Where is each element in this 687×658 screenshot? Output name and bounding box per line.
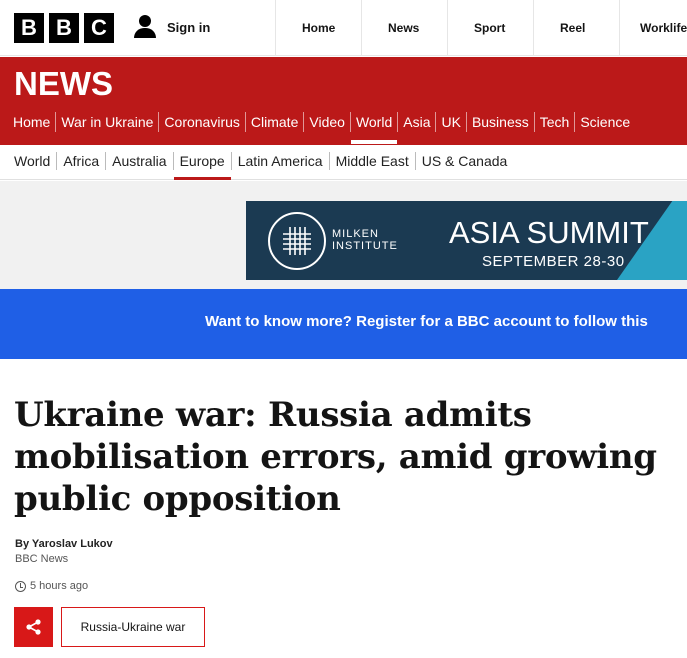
news-nav-business[interactable]: Business <box>467 112 535 132</box>
subnav-world[interactable]: World <box>8 152 58 170</box>
top-nav-reel[interactable]: Reel <box>533 0 619 56</box>
milken-logo-icon <box>268 212 326 270</box>
subnav-latin-america[interactable]: Latin America <box>232 152 330 170</box>
logo-letter-b1: B <box>14 13 44 43</box>
subnav-australia[interactable]: Australia <box>106 152 174 170</box>
news-nav-science[interactable]: Science <box>575 112 635 132</box>
news-nav-coronavirus[interactable]: Coronavirus <box>159 112 246 132</box>
news-nav-world[interactable]: World <box>350 112 399 144</box>
top-nav: Home News Sport Reel Worklife <box>275 0 687 56</box>
ad-dates: SEPTEMBER 28-30 <box>482 253 625 270</box>
news-nav-climate[interactable]: Climate <box>246 112 305 132</box>
advertisement-banner[interactable]: MILKEN INSTITUTE ASIA SUMMIT SEPTEMBER 2… <box>246 201 687 280</box>
user-icon <box>133 14 157 40</box>
ad-org-line2: INSTITUTE <box>332 240 398 252</box>
subnav-europe[interactable]: Europe <box>173 152 232 180</box>
clock-icon <box>15 580 26 592</box>
ad-title: ASIA SUMMIT <box>449 215 649 250</box>
ad-area: MILKEN INSTITUTE ASIA SUMMIT SEPTEMBER 2… <box>0 181 687 289</box>
sign-in-link[interactable]: Sign in <box>133 14 210 40</box>
top-nav-home[interactable]: Home <box>275 0 361 56</box>
top-nav-news-label: News <box>388 21 420 35</box>
share-button[interactable] <box>14 607 53 647</box>
news-nav: Home War in Ukraine Coronavirus Climate … <box>8 112 635 144</box>
top-bar: B B C Sign in Home News Sport Reel Workl… <box>0 0 687 56</box>
bbc-logo[interactable]: B B C <box>14 13 114 43</box>
share-icon <box>26 619 41 635</box>
top-nav-worklife-label: Worklife <box>640 21 687 35</box>
top-nav-home-label: Home <box>302 21 336 35</box>
sign-in-label: Sign in <box>167 19 211 35</box>
news-title[interactable]: NEWS <box>14 65 113 103</box>
logo-letter-c: C <box>84 13 114 43</box>
top-nav-worklife[interactable]: Worklife <box>619 0 687 56</box>
article-timestamp: 5 hours ago <box>15 580 88 592</box>
top-nav-news[interactable]: News <box>361 0 447 56</box>
timestamp-text: 5 hours ago <box>30 580 89 592</box>
news-nav-war-in-ukraine[interactable]: War in Ukraine <box>56 112 160 132</box>
news-nav-tech[interactable]: Tech <box>535 112 576 132</box>
news-nav-video[interactable]: Video <box>304 112 351 132</box>
topic-tag[interactable]: Russia-Ukraine war <box>61 607 205 647</box>
news-nav-asia[interactable]: Asia <box>398 112 437 132</box>
article-headline: Ukraine war: Russia admits mobilisation … <box>14 395 657 519</box>
news-nav-home[interactable]: Home <box>8 112 57 132</box>
logo-letter-b2: B <box>49 13 79 43</box>
top-nav-reel-label: Reel <box>560 21 586 35</box>
subnav-middle-east[interactable]: Middle East <box>330 152 416 170</box>
top-nav-sport-label: Sport <box>474 21 506 35</box>
ad-org-name: MILKEN INSTITUTE <box>332 228 398 252</box>
register-banner-text: Want to know more? Register for a BBC ac… <box>205 313 648 330</box>
news-nav-uk[interactable]: UK <box>436 112 467 132</box>
register-banner[interactable]: Want to know more? Register for a BBC ac… <box>0 289 687 359</box>
news-header: NEWS Home War in Ukraine Coronavirus Cli… <box>0 57 687 145</box>
article-source: BBC News <box>15 553 69 565</box>
top-nav-sport[interactable]: Sport <box>447 0 533 56</box>
ad-org-line1: MILKEN <box>332 228 379 240</box>
subnav-us-canada[interactable]: US & Canada <box>416 152 514 170</box>
world-subnav: World Africa Australia Europe Latin Amer… <box>0 145 687 180</box>
article-byline: By Yaroslav Lukov <box>15 538 113 550</box>
subnav-africa[interactable]: Africa <box>57 152 107 170</box>
